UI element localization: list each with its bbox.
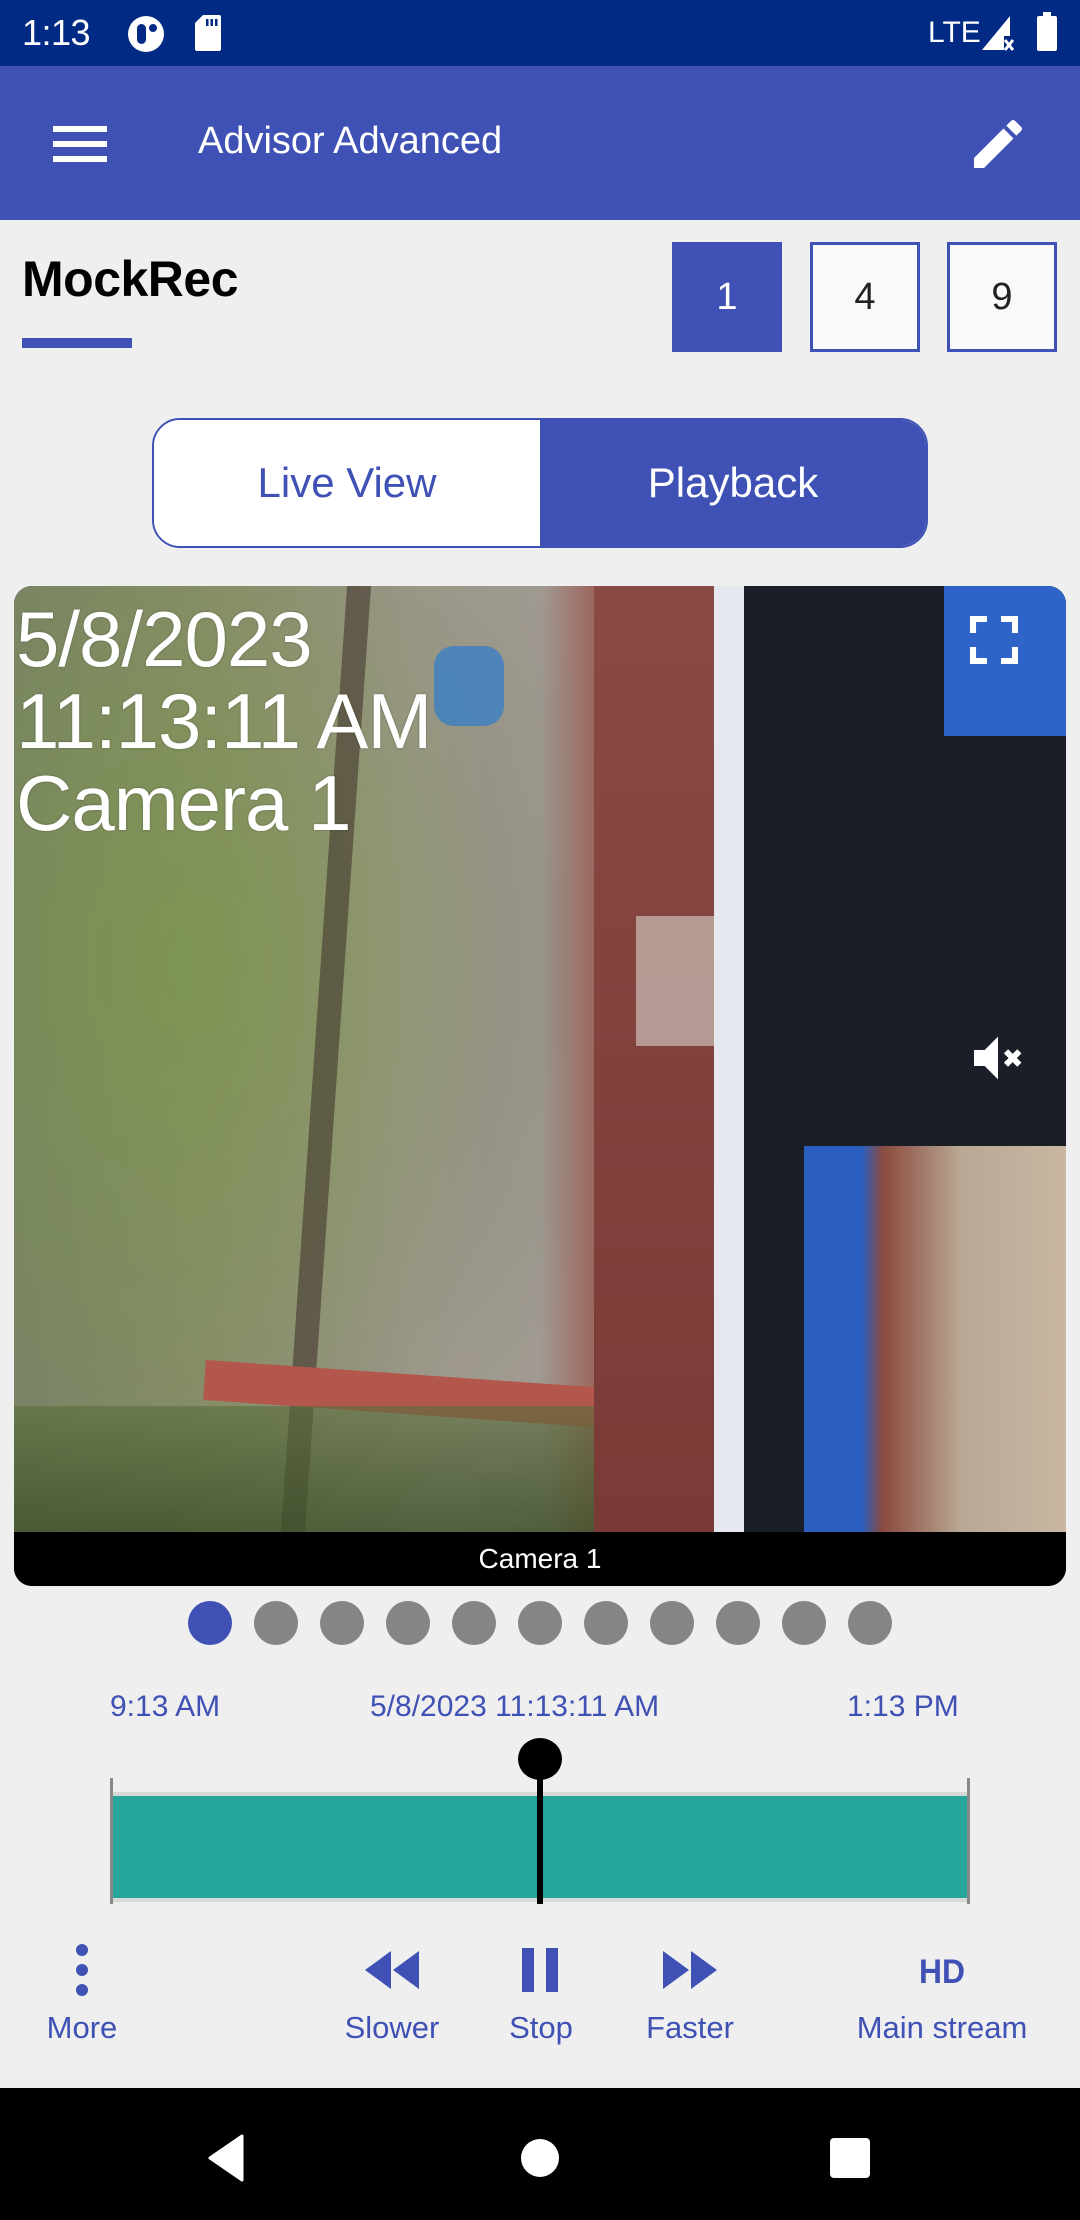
fullscreen-icon[interactable] <box>966 612 1022 668</box>
app-title: Advisor Advanced <box>198 120 503 162</box>
video-player[interactable]: 5/8/2023 11:13:11 AM Camera 1 Camera 1 <box>14 586 1066 1586</box>
page-dot-8[interactable] <box>650 1601 694 1645</box>
page-dot-1[interactable] <box>188 1601 232 1645</box>
timeline-end-label: 1:13 PM <box>847 1690 959 1723</box>
timeline-playhead[interactable] <box>517 1738 563 1904</box>
status-time: 1:13 <box>22 12 91 53</box>
scene-car <box>434 646 504 726</box>
grid-layout-4-button[interactable]: 4 <box>810 242 920 352</box>
faster-button[interactable]: Faster <box>630 1940 750 2050</box>
scene-window-frame <box>714 586 744 1532</box>
volume-muted-icon[interactable] <box>966 1026 1030 1090</box>
stop-label: Stop <box>509 2010 573 2045</box>
page-dot-4[interactable] <box>386 1601 430 1645</box>
stop-button[interactable]: Stop <box>481 1940 601 2050</box>
battery-icon <box>1037 12 1057 51</box>
camera-video-frame[interactable]: 5/8/2023 11:13:11 AM Camera 1 <box>14 586 1066 1532</box>
recents-icon[interactable] <box>810 2118 890 2198</box>
hd-icon: HD <box>918 1940 966 2000</box>
page-dot-9[interactable] <box>716 1601 760 1645</box>
notification-app-icon <box>128 16 164 52</box>
playhead-knob[interactable] <box>518 1738 562 1780</box>
video-caption: Camera 1 <box>14 1532 1066 1586</box>
home-icon[interactable] <box>500 2118 580 2198</box>
timeline-current-label: 5/8/2023 11:13:11 AM <box>370 1690 660 1723</box>
playhead-line <box>537 1778 543 1904</box>
slower-label: Slower <box>344 2010 440 2045</box>
rewind-icon <box>365 1940 419 2000</box>
more-vertical-icon <box>74 1940 90 2000</box>
main-stream-button[interactable]: HD Main stream <box>842 1940 1042 2050</box>
more-button[interactable]: More <box>22 1940 142 2050</box>
recorder-name: MockRec <box>22 251 239 307</box>
scene-brick-wall <box>594 586 734 1532</box>
page-dot-11[interactable] <box>848 1601 892 1645</box>
back-icon[interactable] <box>186 2118 266 2198</box>
overlay-time: 11:13:11 AM <box>16 677 432 765</box>
svg-text:HD: HD <box>919 1954 965 1986</box>
sd-card-icon <box>195 15 221 51</box>
hamburger-menu-icon[interactable] <box>36 114 126 174</box>
slower-button[interactable]: Slower <box>332 1940 452 2050</box>
grid-layout-1-button[interactable]: 1 <box>672 242 782 352</box>
page-dot-2[interactable] <box>254 1601 298 1645</box>
main-stream-label: Main stream <box>856 2010 1028 2045</box>
page-dot-3[interactable] <box>320 1601 364 1645</box>
timeline-start-tick <box>110 1778 113 1904</box>
view-mode-toggle: Live View Playback <box>152 418 928 548</box>
overlay-camera-name: Camera 1 <box>16 759 351 847</box>
fast-forward-icon <box>663 1940 717 2000</box>
faster-label: Faster <box>646 2010 734 2045</box>
status-bar: 1:13 LTE <box>0 0 1080 66</box>
page-dot-7[interactable] <box>584 1601 628 1645</box>
grid-layout-9-button[interactable]: 9 <box>947 242 1057 352</box>
pause-icon <box>522 1940 560 2000</box>
page-dot-10[interactable] <box>782 1601 826 1645</box>
app-bar: Advisor Advanced <box>0 66 1080 220</box>
pencil-edit-icon[interactable] <box>966 112 1030 176</box>
scene-grass <box>14 1406 674 1532</box>
more-label: More <box>46 2010 118 2045</box>
overlay-date: 5/8/2023 <box>16 595 313 683</box>
live-view-tab[interactable]: Live View <box>154 420 540 546</box>
page-dot-6[interactable] <box>518 1601 562 1645</box>
timeline-start-label: 9:13 AM <box>110 1690 221 1723</box>
signal-no-service-icon <box>982 16 1015 51</box>
recorder-tab-indicator <box>22 338 132 348</box>
system-nav-bar <box>0 2088 1080 2220</box>
playback-tab[interactable]: Playback <box>540 420 926 546</box>
camera-pager <box>0 1601 1080 1647</box>
timeline-end-tick <box>967 1778 970 1904</box>
network-type: LTE <box>928 16 981 49</box>
scene-lower-window <box>804 1146 1066 1532</box>
page-dot-5[interactable] <box>452 1601 496 1645</box>
